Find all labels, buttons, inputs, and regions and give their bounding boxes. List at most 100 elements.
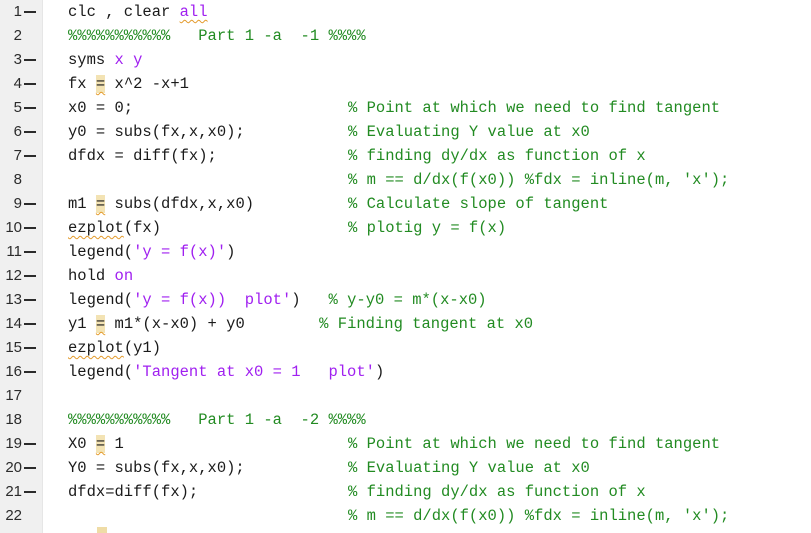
code-line[interactable]: 20 Y0 = subs(fx,x,x0); % Evaluating Y valu…	[0, 456, 811, 480]
code-line[interactable]: 16 legend('Tangent at x0 = 1 plot')	[0, 360, 811, 384]
breakpoint-dash-icon[interactable]	[24, 467, 36, 469]
line-number: 17	[5, 387, 22, 404]
code-text: hold on	[68, 264, 133, 288]
code-token: % Finding tangent at x0	[244, 315, 534, 333]
code-token: x^2 -x+1	[105, 75, 189, 93]
code-text: ezplot(y1)	[68, 336, 161, 360]
code-comment: % Evaluating Y value at x0	[348, 123, 590, 141]
code-text: ezplot(fx)	[68, 216, 161, 240]
code-line[interactable]: 18 %%%%%%%%%%% Part 1 -a -2 %%%%	[0, 408, 811, 432]
code-token: 'Tangent at x0 = 1 plot'	[133, 363, 375, 381]
breakpoint-dash-icon[interactable]	[24, 323, 36, 325]
code-line[interactable]: 10 ezplot(fx) % plotig y = f(x)	[0, 216, 811, 240]
code-token: ezplot	[68, 339, 124, 357]
code-comment: % Evaluating Y value at x0	[348, 459, 590, 477]
code-text: legend('y = f(x)) plot') % y-y0 = m*(x-x…	[68, 288, 487, 312]
code-token: hold	[68, 267, 115, 285]
code-comment: % finding dy/dx as function of x	[348, 147, 646, 165]
line-number: 4	[13, 75, 22, 92]
code-line[interactable]: 8 % m == d/dx(f(x0)) %fdx = inline(m, 'x'…	[0, 168, 811, 192]
code-token: subs(dfdx,x,x0)	[105, 195, 255, 213]
code-token: m1	[68, 195, 96, 213]
code-text: %%%%%%%%%%% Part 1 -a -2 %%%%	[68, 408, 366, 432]
line-number: 15	[5, 339, 22, 356]
line-number: 19	[5, 435, 22, 452]
code-line[interactable]: 11 legend('y = f(x)')	[0, 240, 811, 264]
code-comment: % finding dy/dx as function of x	[348, 483, 646, 501]
line-number: 18	[5, 411, 22, 428]
code-token: m1*(x-x0) + y0	[105, 315, 245, 333]
breakpoint-dash-icon[interactable]	[24, 275, 36, 277]
line-number: 1	[13, 3, 22, 20]
code-line[interactable]: 6 y0 = subs(fx,x,x0); % Evaluating Y value…	[0, 120, 811, 144]
code-line[interactable]: 15 ezplot(y1)	[0, 336, 811, 360]
code-line[interactable]: 9 m1 = subs(dfdx,x,x0) % Calculate slope o…	[0, 192, 811, 216]
code-token: x0 = 0;	[68, 99, 134, 117]
code-line[interactable]: 5 x0 = 0; % Point at which we need to find…	[0, 96, 811, 120]
line-number: 5	[13, 99, 22, 116]
code-token: clc , clear	[68, 3, 180, 21]
code-text: X0 = 1	[68, 432, 124, 456]
code-token: X0	[68, 435, 96, 453]
code-line[interactable]: 7 dfdx = diff(fx); % finding dy/dx as func…	[0, 144, 811, 168]
code-line[interactable]: 19 X0 = 1 % Point at which we need to find…	[0, 432, 811, 456]
code-token: =	[95, 75, 106, 93]
code-comment: % plotig y = f(x)	[348, 219, 507, 237]
code-line[interactable]: 3 syms x y	[0, 48, 811, 72]
code-line[interactable]: 17	[0, 384, 811, 408]
code-text: Y0 = subs(fx,x,x0);	[68, 456, 245, 480]
code-token: syms	[68, 51, 115, 69]
code-token: legend(	[68, 291, 134, 309]
breakpoint-dash-icon[interactable]	[24, 59, 36, 61]
code-text: x0 = 0;	[68, 96, 133, 120]
code-token: on	[114, 267, 134, 285]
breakpoint-dash-icon[interactable]	[24, 83, 36, 85]
code-text: syms x y	[68, 48, 142, 72]
line-number: 7	[13, 147, 22, 164]
line-number: 3	[13, 51, 22, 68]
code-token: y1	[68, 315, 96, 333]
code-token: )	[226, 243, 236, 261]
code-editor[interactable]: 1 clc , clear all 2 %%%%%%%%%%% Part 1 -a -…	[0, 0, 811, 533]
breakpoint-dash-icon[interactable]	[24, 347, 36, 349]
breakpoint-dash-icon[interactable]	[24, 251, 36, 253]
code-text: legend('Tangent at x0 = 1 plot')	[68, 360, 384, 384]
breakpoint-dash-icon[interactable]	[24, 131, 36, 133]
line-number: 12	[5, 267, 22, 284]
breakpoint-dash-icon[interactable]	[24, 107, 36, 109]
code-line[interactable]: 12 hold on	[0, 264, 811, 288]
breakpoint-dash-icon[interactable]	[24, 491, 36, 493]
breakpoint-dash-icon[interactable]	[24, 299, 36, 301]
code-text: y0 = subs(fx,x,x0);	[68, 120, 245, 144]
code-token: %%%%%%%%%%% Part 1 -a -2 %%%%	[68, 411, 366, 429]
warning-highlight-marker	[97, 527, 107, 533]
code-line[interactable]: 13 legend('y = f(x)) plot') % y-y0 = m*(x…	[0, 288, 811, 312]
code-token: Y0 = subs(fx,x,x0);	[68, 459, 245, 477]
code-token: =	[95, 435, 106, 453]
breakpoint-dash-icon[interactable]	[24, 11, 36, 13]
breakpoint-dash-icon[interactable]	[24, 371, 36, 373]
code-token: ezplot	[68, 219, 124, 237]
code-token: all	[179, 3, 208, 21]
code-line[interactable]: 1 clc , clear all	[0, 0, 811, 24]
breakpoint-dash-icon[interactable]	[24, 227, 36, 229]
line-number: 16	[5, 363, 22, 380]
code-token: %%%%%%%%%%% Part 1 -a -1 %%%%	[68, 27, 366, 45]
code-line[interactable]: 21 dfdx=diff(fx); % finding dy/dx as funct…	[0, 480, 811, 504]
code-token: 'y = f(x)'	[133, 243, 227, 261]
breakpoint-dash-icon[interactable]	[24, 443, 36, 445]
line-number: 21	[5, 483, 22, 500]
line-number: 9	[13, 195, 22, 212]
line-number: 10	[5, 219, 22, 236]
code-line[interactable]: 4 fx = x^2 -x+1	[0, 72, 811, 96]
code-line[interactable]: 14 y1 = m1*(x-x0) + y0 % Finding tangent …	[0, 312, 811, 336]
code-token: legend(	[68, 363, 134, 381]
code-token: % y-y0 = m*(x-x0)	[300, 291, 487, 309]
breakpoint-dash-icon[interactable]	[24, 155, 36, 157]
code-comment: % Calculate slope of tangent	[348, 195, 609, 213]
line-number: 22	[5, 507, 22, 524]
code-line[interactable]: 22 % m == d/dx(f(x0)) %fdx = inline(m, 'x…	[0, 504, 811, 528]
breakpoint-dash-icon[interactable]	[24, 203, 36, 205]
code-text: legend('y = f(x)')	[68, 240, 235, 264]
code-line[interactable]: 2 %%%%%%%%%%% Part 1 -a -1 %%%%	[0, 24, 811, 48]
